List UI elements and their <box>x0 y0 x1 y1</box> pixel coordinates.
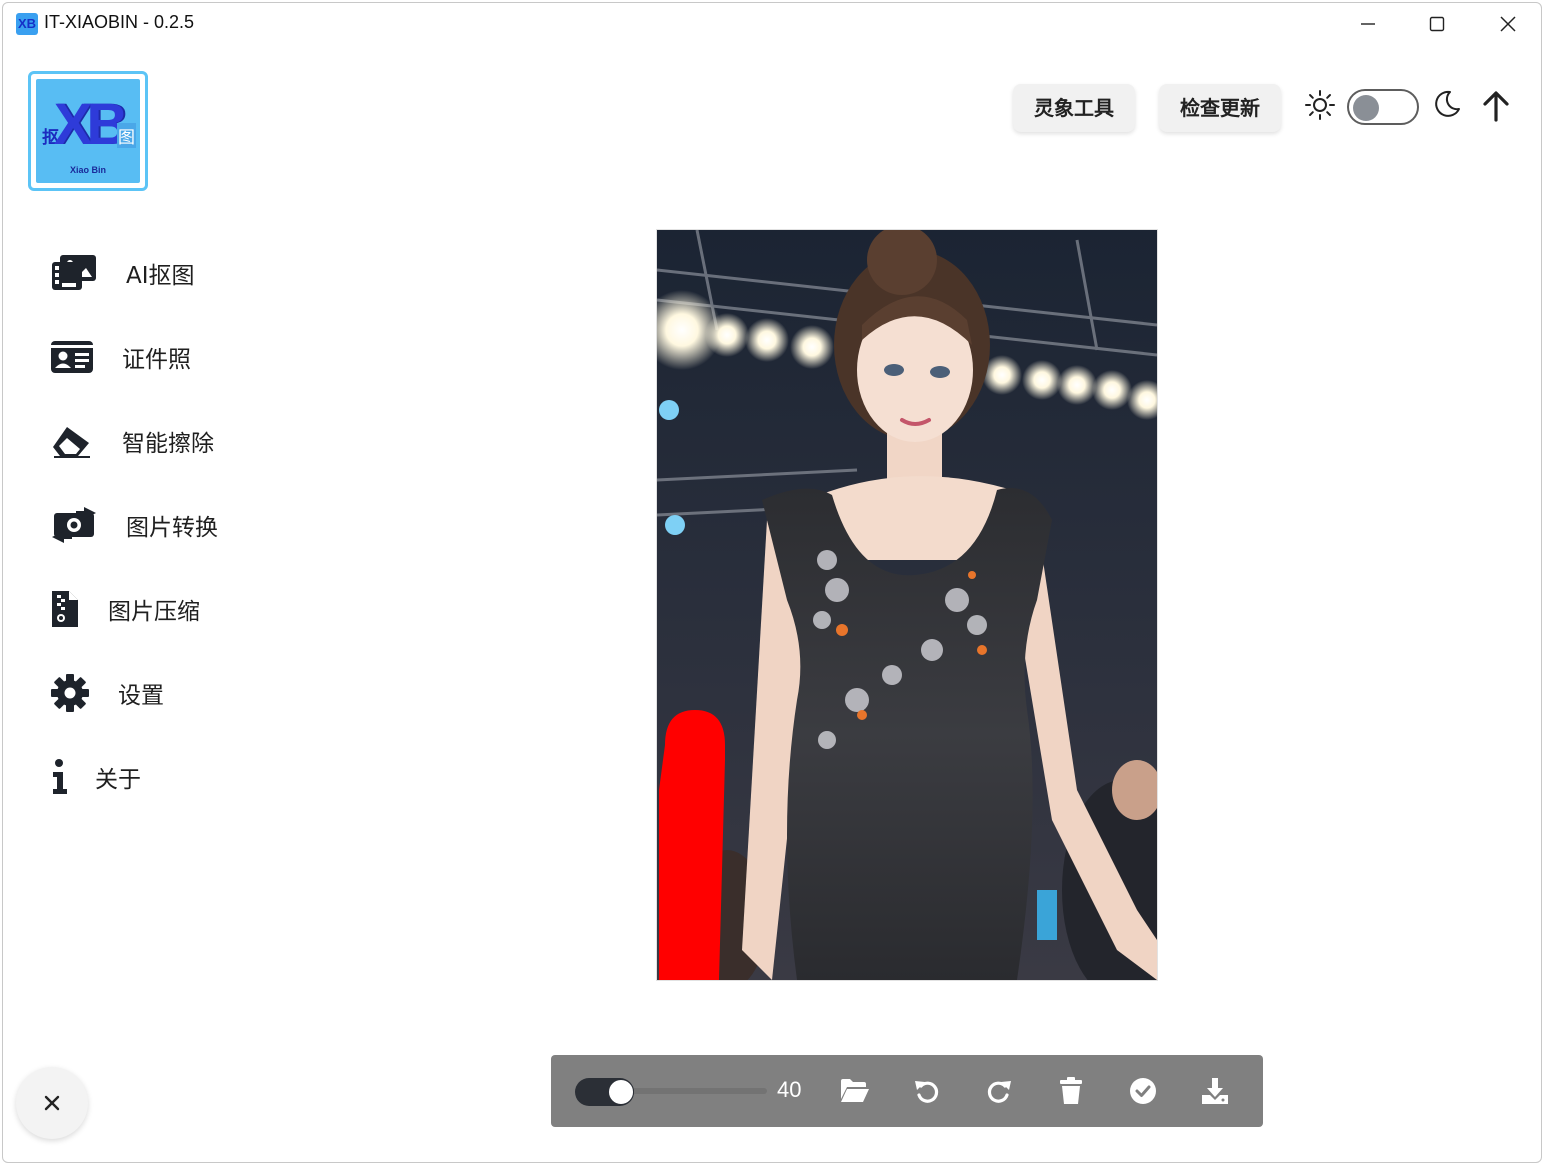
download-button[interactable] <box>1199 1075 1231 1107</box>
sidebar-item-label: 智能擦除 <box>122 431 214 457</box>
minimize-icon <box>1361 23 1375 25</box>
brush-size-slider[interactable] <box>575 1076 767 1108</box>
app-icon: XB <box>16 13 38 35</box>
redo-icon <box>987 1081 1011 1103</box>
maximize-button[interactable] <box>1403 0 1471 48</box>
money-bill-transfer-icon <box>50 503 98 547</box>
file-zipper-icon <box>50 587 98 631</box>
moon-icon <box>1435 90 1460 117</box>
edited-photo <box>657 230 1157 980</box>
mask-stroke <box>659 710 725 980</box>
window-title: IT-XIAOBIN - 0.2.5 <box>44 12 195 32</box>
edit-toolbar: 40 <box>551 1055 1263 1127</box>
sidebar-item-label: 图片压缩 <box>108 599 200 625</box>
minimize-button[interactable] <box>1334 0 1402 48</box>
undo-icon <box>915 1081 939 1103</box>
close-window-button[interactable] <box>1474 0 1542 48</box>
sidebar-item-about[interactable]: 关于 <box>50 753 141 801</box>
close-panel-button[interactable] <box>16 1067 88 1139</box>
title-bar: XB IT-XIAOBIN - 0.2.5 <box>0 0 1546 48</box>
maximize-icon <box>1429 16 1445 32</box>
theme-toggle[interactable] <box>1347 89 1419 125</box>
gear-icon <box>50 671 98 715</box>
sidebar-item-ai-cutout[interactable]: AI抠图 <box>50 249 195 297</box>
sidebar-item-label: 图片转换 <box>126 515 218 541</box>
confirm-button[interactable] <box>1127 1075 1159 1107</box>
delete-button[interactable] <box>1055 1075 1087 1107</box>
id-card-icon <box>50 335 98 379</box>
eraser-icon <box>50 419 98 463</box>
open-file-button[interactable] <box>839 1075 871 1107</box>
lingxiang-tools-button[interactable]: 灵象工具 <box>1013 84 1135 132</box>
logo-right-char: 图 <box>117 123 136 148</box>
sidebar-item-id-photo[interactable]: 证件照 <box>50 333 191 381</box>
sun-icon <box>1305 90 1335 120</box>
check-update-button[interactable]: 检查更新 <box>1159 84 1281 132</box>
sidebar-item-smart-erase[interactable]: 智能擦除 <box>50 417 214 465</box>
info-icon <box>50 755 98 799</box>
close-icon <box>1500 16 1516 32</box>
logo-subtitle: Xiao Bin <box>69 165 106 175</box>
app-logo[interactable]: 抠 XB 图 Xiao Bin <box>28 71 148 191</box>
theme-toggle-knob <box>1353 95 1379 121</box>
close-icon <box>44 1095 60 1111</box>
images-icon <box>50 251 98 295</box>
download-icon <box>1202 1078 1228 1104</box>
arrow-up-icon[interactable] <box>1481 90 1511 122</box>
sidebar-item-label: 关于 <box>95 767 141 793</box>
image-canvas[interactable] <box>656 229 1158 981</box>
brush-slider-thumb[interactable] <box>608 1079 634 1105</box>
undo-button[interactable] <box>911 1075 943 1107</box>
sidebar-item-label: AI抠图 <box>126 263 195 289</box>
check-circle-icon <box>1130 1078 1156 1104</box>
folder-open-icon <box>841 1079 869 1102</box>
logo-badge: 抠 XB 图 Xiao Bin <box>36 79 140 183</box>
brush-size-value: 40 <box>777 1077 802 1102</box>
sidebar-item-image-convert[interactable]: 图片转换 <box>50 501 218 549</box>
sidebar-item-label: 证件照 <box>122 347 191 373</box>
trash-icon <box>1060 1077 1082 1104</box>
redo-button[interactable] <box>983 1075 1015 1107</box>
sidebar-item-image-compress[interactable]: 图片压缩 <box>50 585 200 633</box>
sidebar-item-settings[interactable]: 设置 <box>50 669 164 717</box>
sidebar-item-label: 设置 <box>118 683 164 709</box>
